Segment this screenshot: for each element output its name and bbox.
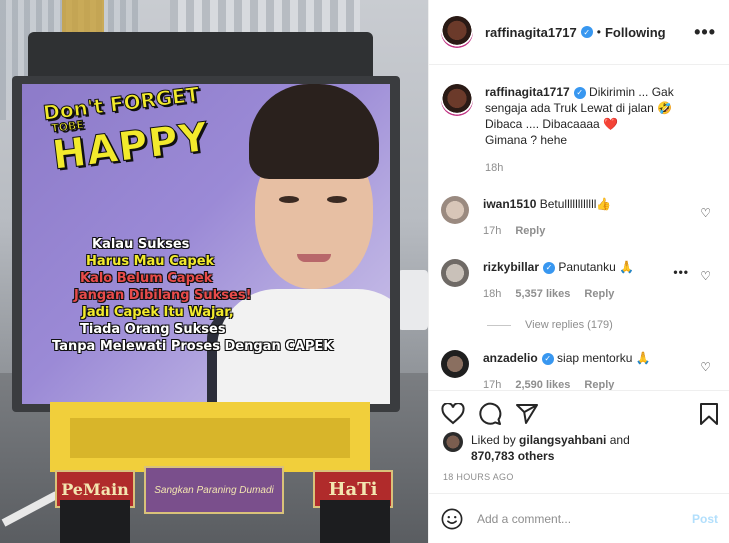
verified-icon: ✓: [543, 262, 556, 274]
billboard-line: Jadi Capek Itu Wajar,: [82, 305, 234, 320]
mudflap-middle: Sangkan Paraning Dumadi: [144, 466, 284, 514]
emoji-icon[interactable]: [441, 508, 463, 530]
caption-line: Gimana ? hehe: [485, 133, 568, 147]
post-panel: raffinagita1717 ✓ • Following ••• raffin…: [428, 0, 729, 543]
portrait-eye-left: [279, 196, 299, 203]
heart-icon[interactable]: ♡: [700, 206, 711, 220]
comment-username[interactable]: anzadelio: [483, 351, 538, 365]
comment-text: siap mentorku 🙏: [557, 351, 651, 365]
truck-bumper-inner: [70, 418, 350, 458]
comment-item: iwan1510 Betullllllllllll👍 17h Reply ♡: [441, 196, 723, 239]
bookmark-icon[interactable]: [699, 402, 719, 426]
comment-item: rizkybillar ✓ Panutanku 🙏 18h 5,357 likes…: [441, 259, 723, 302]
billboard-line: Kalau Sukses: [92, 237, 190, 252]
author-avatar[interactable]: [441, 16, 473, 48]
comment-avatar[interactable]: [441, 196, 469, 224]
comment-avatar[interactable]: [441, 350, 469, 378]
billboard-slogan: Don't FORGET TOBE HAPPY: [41, 84, 211, 180]
verified-icon: ✓: [580, 26, 593, 38]
comment-likes[interactable]: 5,357 likes: [515, 286, 570, 302]
comment-more-icon[interactable]: •••: [673, 265, 689, 279]
post-actions: [441, 402, 719, 426]
add-comment-input[interactable]: Add a comment...: [477, 512, 692, 526]
portrait-eye-right: [327, 196, 347, 203]
post-header: raffinagita1717 ✓ • Following •••: [429, 0, 729, 65]
post-photo[interactable]: Don't FORGET TOBE HAPPY Kalau Sukses Har…: [0, 0, 428, 543]
liker-avatar[interactable]: [443, 432, 463, 452]
billboard-line: Harus Mau Capek: [86, 254, 215, 269]
likes-prefix: Liked by: [471, 433, 520, 447]
comment-meta: 18h 5,357 likes Reply: [483, 286, 723, 302]
more-icon[interactable]: •••: [694, 22, 716, 43]
caption-line: sengaja ada Truk Lewat di jalan 🤣: [485, 101, 673, 115]
comment-meta: 17h 2,590 likes Reply: [483, 377, 723, 390]
view-replies-button[interactable]: View replies (179): [487, 319, 613, 331]
header-separator: •: [596, 25, 601, 39]
verified-icon: ✓: [573, 87, 586, 99]
background-car: [398, 270, 428, 330]
comment-text: Panutanku 🙏: [558, 260, 635, 274]
caption-line: Dikirimin ... Gak: [589, 85, 674, 99]
post-caption: raffinagita1717 ✓ Dikirimin ... Gak senga…: [441, 84, 721, 176]
verified-icon: ✓: [541, 353, 554, 365]
heart-icon[interactable]: ♡: [700, 360, 711, 374]
comment-time[interactable]: 18h: [483, 286, 501, 302]
heart-icon[interactable]: ♡: [700, 269, 711, 283]
truck-wheel-left: [60, 500, 130, 543]
liker-username[interactable]: gilangsyahbani: [519, 433, 606, 447]
likes-summary: Liked by gilangsyahbani and 870,783 othe…: [443, 432, 630, 464]
reply-button[interactable]: Reply: [515, 223, 545, 239]
comment-username[interactable]: rizkybillar: [483, 260, 539, 274]
reply-button[interactable]: Reply: [584, 286, 614, 302]
view-replies-line: [487, 324, 511, 326]
billboard-line: Tanpa Melewati Proses Dengan CAPEK: [52, 339, 334, 354]
billboard-text: Kalau Sukses Harus Mau Capek Kalo Belum …: [52, 236, 334, 355]
post-comment-button[interactable]: Post: [692, 512, 718, 526]
reply-button[interactable]: Reply: [584, 377, 614, 390]
comment-time[interactable]: 17h: [483, 223, 501, 239]
comment-meta: 17h Reply: [483, 223, 723, 239]
share-icon[interactable]: [515, 402, 539, 426]
comment-likes[interactable]: 2,590 likes: [515, 377, 570, 390]
post-timestamp[interactable]: 18 HOURS AGO: [443, 472, 514, 482]
truck-billboard: Don't FORGET TOBE HAPPY Kalau Sukses Har…: [22, 84, 390, 404]
following-button[interactable]: Following: [605, 25, 666, 40]
caption-time: 18h: [485, 162, 504, 174]
caption-line: Dibaca .... Dibacaaaa ❤️: [485, 117, 619, 131]
heart-icon[interactable]: [441, 403, 465, 425]
view-replies-label: View replies (179): [525, 319, 613, 331]
author-username[interactable]: raffinagita1717: [485, 25, 577, 40]
billboard-line: Kalo Belum Capek: [80, 271, 213, 286]
truck-wheel-right: [320, 500, 390, 543]
comment-body: anzadelio ✓ siap mentorku 🙏 17h 2,590 lik…: [483, 350, 723, 390]
divider: [429, 390, 729, 391]
caption-text: raffinagita1717 ✓ Dikirimin ... Gak senga…: [485, 84, 674, 176]
likes-count[interactable]: 870,783 others: [471, 449, 554, 463]
caption-avatar[interactable]: [441, 84, 473, 116]
likes-and: and: [606, 433, 630, 447]
billboard-line: Tiada Orang Sukses: [80, 322, 226, 337]
comments-list[interactable]: raffinagita1717 ✓ Dikirimin ... Gak senga…: [429, 66, 729, 390]
comment-text: Betullllllllllll👍: [539, 197, 612, 211]
comment-time[interactable]: 17h: [483, 377, 501, 390]
portrait-hair: [249, 84, 379, 179]
billboard-line: Jangan Dibilang Sukses!: [74, 288, 252, 303]
comment-avatar[interactable]: [441, 259, 469, 287]
comment-body: iwan1510 Betullllllllllll👍 17h Reply: [483, 196, 723, 239]
comment-item: anzadelio ✓ siap mentorku 🙏 17h 2,590 lik…: [441, 350, 723, 390]
add-comment-bar: Add a comment... Post: [429, 493, 729, 543]
comment-icon[interactable]: [478, 402, 502, 426]
likes-text: Liked by gilangsyahbani and 870,783 othe…: [471, 432, 630, 464]
comment-username[interactable]: iwan1510: [483, 197, 536, 211]
caption-username[interactable]: raffinagita1717: [485, 85, 570, 99]
